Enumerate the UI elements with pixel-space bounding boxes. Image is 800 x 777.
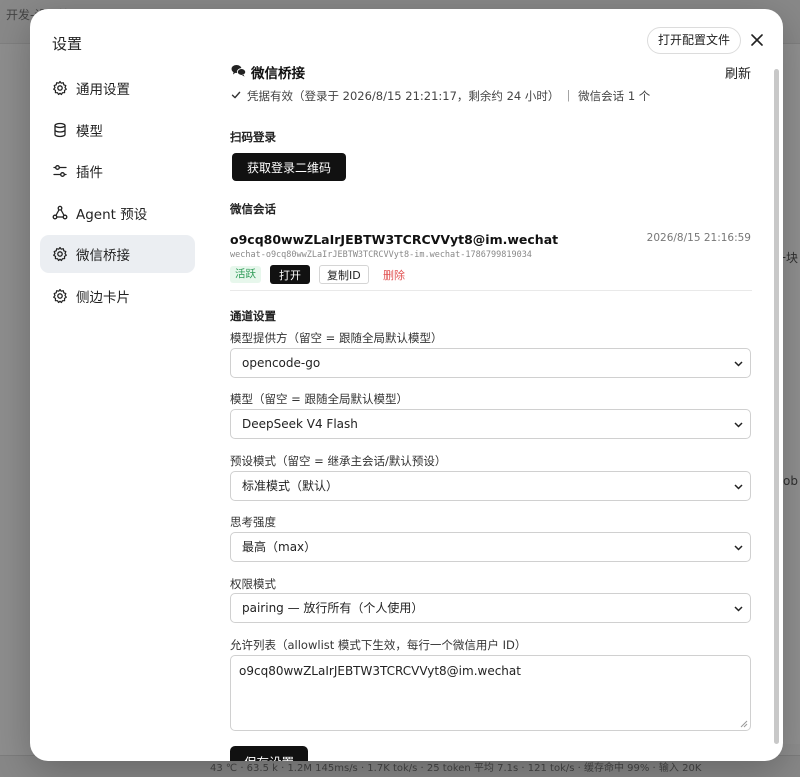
sidebar-item-plugins[interactable]: 插件 xyxy=(40,152,195,190)
chevron-down-icon xyxy=(734,545,743,551)
page-title: 微信桥接 xyxy=(251,66,305,82)
permission-label: 权限模式 xyxy=(230,577,276,591)
thinking-select[interactable]: 最高（max） xyxy=(230,532,751,562)
allowlist-label: 允许列表（allowlist 模式下生效，每行一个微信用户 ID） xyxy=(230,638,527,652)
thinking-select-value: 最高（max） xyxy=(242,540,317,554)
sidebar-item-label: 通用设置 xyxy=(76,82,130,98)
sidebar-item-label: Agent 预设 xyxy=(76,206,148,223)
sidebar-item-label: 插件 xyxy=(76,165,103,182)
wechat-sessions-heading: 微信会话 xyxy=(230,202,276,216)
agent-icon xyxy=(52,205,68,221)
session-id: o9cq80wwZLaIrJEBTW3TCRCVVyt8@im.wechat xyxy=(230,232,559,247)
model-label: 模型（留空 = 跟随全局默认模型） xyxy=(230,392,408,406)
sidebar-item-label: 侧边卡片 xyxy=(76,289,130,306)
list-item: o9cq80wwZLaIrJEBTW3TCRCVVyt8@im.wechat 2… xyxy=(230,229,752,291)
sidebar-item-side-cards[interactable]: 侧边卡片 xyxy=(40,277,195,315)
open-session-button[interactable]: 打开 xyxy=(270,265,310,284)
wechat-icon xyxy=(231,65,246,77)
settings-sidebar: 通用设置 模型 插件 Agent 预设 微信桥接 侧边卡片 xyxy=(40,69,195,319)
refresh-button[interactable]: 刷新 xyxy=(725,63,751,82)
sidebar-item-label: 微信桥接 xyxy=(76,248,130,265)
close-icon xyxy=(751,34,763,46)
provider-label: 模型提供方（留空 = 跟随全局默认模型） xyxy=(230,331,443,345)
check-icon xyxy=(231,91,241,99)
gear-icon xyxy=(52,288,68,304)
credential-status-text: 凭据有效（登录于 2026/8/15 21:21:17，剩余约 24 小时） ｜… xyxy=(247,89,651,103)
gear-icon xyxy=(52,80,68,96)
settings-modal: 设置 打开配置文件 通用设置 模型 插件 Agent 预设 微信桥接 侧边卡片 … xyxy=(30,9,783,761)
sidebar-item-agent-presets[interactable]: Agent 预设 xyxy=(40,194,195,232)
provider-select[interactable]: opencode-go xyxy=(230,348,751,378)
close-button[interactable] xyxy=(746,29,768,51)
channel-settings-heading: 通道设置 xyxy=(230,309,276,323)
status-badge: 活跃 xyxy=(230,266,261,283)
allowlist-value: o9cq80wwZLaIrJEBTW3TCRCVVyt8@im.wechat xyxy=(239,664,521,678)
credential-status: 凭据有效（登录于 2026/8/15 21:21:17，剩余约 24 小时） ｜… xyxy=(230,86,752,106)
scrollbar[interactable] xyxy=(774,69,779,744)
resize-handle-icon[interactable] xyxy=(740,720,748,728)
wechat-bridge-panel: 微信桥接 刷新 凭据有效（登录于 2026/8/15 21:21:17，剩余约 … xyxy=(230,61,752,761)
panel-header: 微信桥接 刷新 xyxy=(230,61,752,83)
preset-select[interactable]: 标准模式（默认） xyxy=(230,471,751,501)
delete-session-button[interactable]: 删除 xyxy=(383,267,405,283)
save-settings-button[interactable]: 保存设置 xyxy=(230,746,309,761)
model-select[interactable]: DeepSeek V4 Flash xyxy=(230,409,751,439)
session-sub-id: wechat-o9cq80wwZLaIrJEBTW3TCRCVVyt8-im.w… xyxy=(230,250,532,260)
chevron-down-icon xyxy=(734,422,743,428)
session-timestamp: 2026/8/15 21:16:59 xyxy=(646,232,751,244)
model-select-value: DeepSeek V4 Flash xyxy=(242,417,358,431)
gear-icon xyxy=(52,246,68,262)
provider-select-value: opencode-go xyxy=(242,356,321,370)
permission-select-value: pairing — 放行所有（个人使用） xyxy=(242,601,424,615)
get-qr-code-button[interactable]: 获取登录二维码 xyxy=(232,153,347,181)
preset-select-value: 标准模式（默认） xyxy=(242,479,339,493)
thinking-label: 思考强度 xyxy=(230,515,276,529)
sidebar-item-wechat-bridge[interactable]: 微信桥接 xyxy=(40,235,195,274)
chevron-down-icon xyxy=(734,606,743,612)
scan-login-heading: 扫码登录 xyxy=(230,130,276,144)
preset-label: 预设模式（留空 = 继承主会话/默认预设） xyxy=(230,454,447,468)
modal-title: 设置 xyxy=(52,35,83,53)
copy-id-button[interactable]: 复制ID xyxy=(319,265,369,284)
allowlist-textarea[interactable]: o9cq80wwZLaIrJEBTW3TCRCVVyt8@im.wechat xyxy=(230,655,751,731)
open-config-button[interactable]: 打开配置文件 xyxy=(647,27,742,54)
sliders-icon xyxy=(52,163,68,179)
sidebar-item-models[interactable]: 模型 xyxy=(40,111,195,149)
chevron-down-icon xyxy=(734,361,743,367)
permission-select[interactable]: pairing — 放行所有（个人使用） xyxy=(230,593,751,623)
sidebar-item-general[interactable]: 通用设置 xyxy=(40,69,195,107)
database-icon xyxy=(52,122,68,138)
chevron-down-icon xyxy=(734,484,743,490)
sidebar-item-label: 模型 xyxy=(76,123,103,140)
